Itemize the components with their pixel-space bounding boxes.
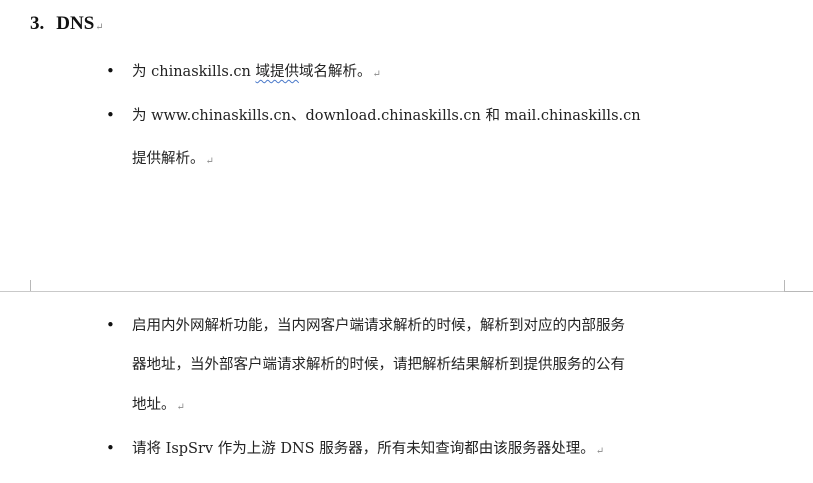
list-item-line: 器地址，当外部客户端请求解析的时候，请把解析结果解析到提供服务的公有 [132, 356, 625, 374]
bullet-icon: • [106, 439, 115, 457]
list-item-text: 地址。 [132, 397, 176, 413]
list-item-text: 启用内外网解析功能，当内网客户端请求解析的时候，解析到对应的内部服务 [132, 318, 625, 334]
section-title: DNS [56, 13, 95, 34]
section-number: 3. [30, 13, 45, 34]
paragraph-mark-icon: ↵ [595, 446, 605, 457]
list-item-text: 提供解析。 [132, 151, 205, 167]
paragraph-mark-icon: ↵ [205, 156, 214, 167]
list-item-line: 启用内外网解析功能，当内网客户端请求解析的时候，解析到对应的内部服务 [132, 317, 625, 335]
list-item-text: 域名解析。 [298, 64, 372, 80]
list-item-text: 器地址，当外部客户端请求解析的时候，请把解析结果解析到提供服务的公有 [132, 357, 625, 373]
list-item-line: 地址。↵ [132, 396, 185, 417]
list-item-text: 为 chinaskills.cn [132, 64, 256, 80]
section-heading: 3. DNS↵ [30, 13, 104, 35]
paragraph-mark-icon: ↵ [176, 402, 185, 413]
list-item-text: 为 www.chinaskills.cn、download.chinaskill… [132, 108, 641, 124]
list-item-line: 为 chinaskills.cn 域提供域名解析。↵ [132, 63, 381, 84]
paragraph-mark-icon: ↵ [95, 22, 104, 33]
paragraph-mark-icon: ↵ [372, 69, 381, 80]
page-break-divider [0, 291, 813, 292]
spellcheck-underlined-text: 域提供 [255, 64, 299, 80]
bullet-icon: • [106, 316, 115, 334]
list-item-line: 为 www.chinaskills.cn、download.chinaskill… [132, 107, 641, 125]
bullet-icon: • [106, 106, 115, 124]
list-item-line: 请将 IspSrv 作为上游 DNS 服务器，所有未知查询都由该服务器处理。↵ [132, 440, 604, 461]
bullet-icon: • [106, 62, 115, 80]
page-corner-marker [784, 280, 813, 292]
list-item-line: 提供解析。↵ [132, 150, 214, 171]
list-item-text: 请将 IspSrv 作为上游 DNS 服务器，所有未知查询都由该服务器处理。 [132, 441, 595, 457]
